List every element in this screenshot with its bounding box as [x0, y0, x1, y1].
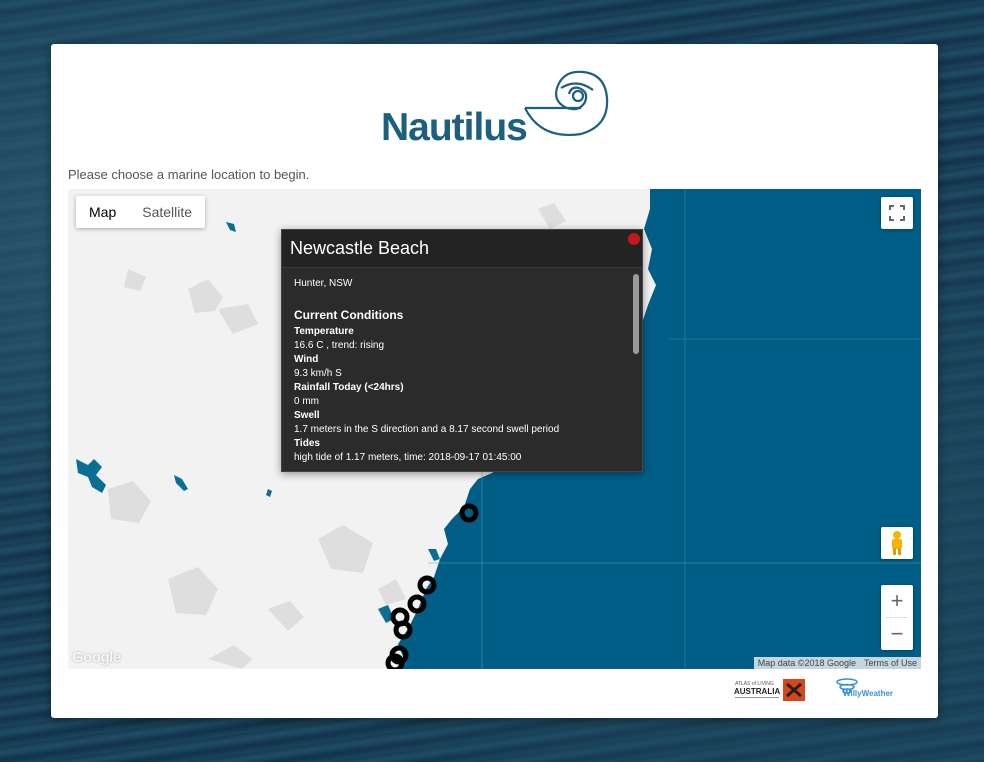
map-type-control: Map Satellite — [76, 196, 206, 228]
zoom-control: + − — [881, 585, 913, 650]
google-logo: Google — [72, 649, 121, 666]
popup-title: Newcastle Beach — [282, 230, 642, 268]
location-info-popup: Newcastle Beach Hunter, NSW Current Cond… — [281, 229, 643, 472]
fullscreen-button[interactable] — [881, 197, 913, 229]
partner-logos: ATLAS of LIVING AUSTRALIA WillyWeather — [733, 676, 923, 706]
choose-location-prompt: Please choose a marine location to begin… — [68, 167, 310, 182]
atlas-of-living-australia-logo[interactable]: ATLAS of LIVING AUSTRALIA — [733, 676, 807, 704]
svg-text:WillyWeather: WillyWeather — [843, 689, 893, 698]
nautilus-shell-icon — [524, 70, 609, 136]
willyweather-logo[interactable]: WillyWeather — [835, 676, 915, 702]
main-card: Nautilus Please choose a marine location… — [51, 44, 938, 718]
rainfall-label: Rainfall Today (<24hrs) — [294, 382, 404, 393]
temperature-label: Temperature — [294, 326, 354, 337]
zoom-out-button[interactable]: − — [881, 618, 913, 650]
swell-value: 1.7 meters in the S direction and a 8.17… — [294, 424, 560, 435]
map-type-satellite-button[interactable]: Satellite — [129, 196, 205, 228]
map-data-attribution: Map data ©2018 Google — [757, 658, 856, 668]
svg-text:AUSTRALIA: AUSTRALIA — [734, 687, 780, 696]
wind-value: 9.3 km/h S — [294, 368, 342, 379]
tides-value: high tide of 1.17 meters, time: 2018-09-… — [294, 452, 522, 463]
wind-label: Wind — [294, 354, 319, 365]
temperature-value: 16.6 C , trend: rising — [294, 340, 385, 351]
map-attribution: Map data ©2018 Google Terms of Use — [753, 657, 921, 669]
popup-scrollbar-thumb[interactable] — [633, 274, 639, 354]
nautilus-logo: Nautilus — [381, 68, 611, 152]
current-conditions-heading: Current Conditions — [294, 308, 404, 322]
map-view[interactable]: Map Satellite + − Google Map data ©2018 … — [68, 189, 921, 669]
fullscreen-icon — [889, 205, 905, 221]
popup-location: Hunter, NSW — [294, 278, 353, 289]
street-view-pegman-button[interactable] — [881, 527, 913, 559]
popup-body: Hunter, NSW Current Conditions Temperatu… — [294, 274, 620, 465]
close-icon[interactable] — [628, 233, 640, 245]
swell-label: Swell — [294, 410, 320, 421]
tides-label: Tides — [294, 438, 320, 449]
zoom-in-button[interactable]: + — [881, 585, 913, 617]
rainfall-value: 0 mm — [294, 396, 319, 407]
map-type-map-button[interactable]: Map — [76, 196, 129, 228]
pegman-icon — [892, 531, 902, 555]
terms-of-use-link[interactable]: Terms of Use — [860, 657, 921, 669]
logo-text: Nautilus — [381, 106, 528, 149]
